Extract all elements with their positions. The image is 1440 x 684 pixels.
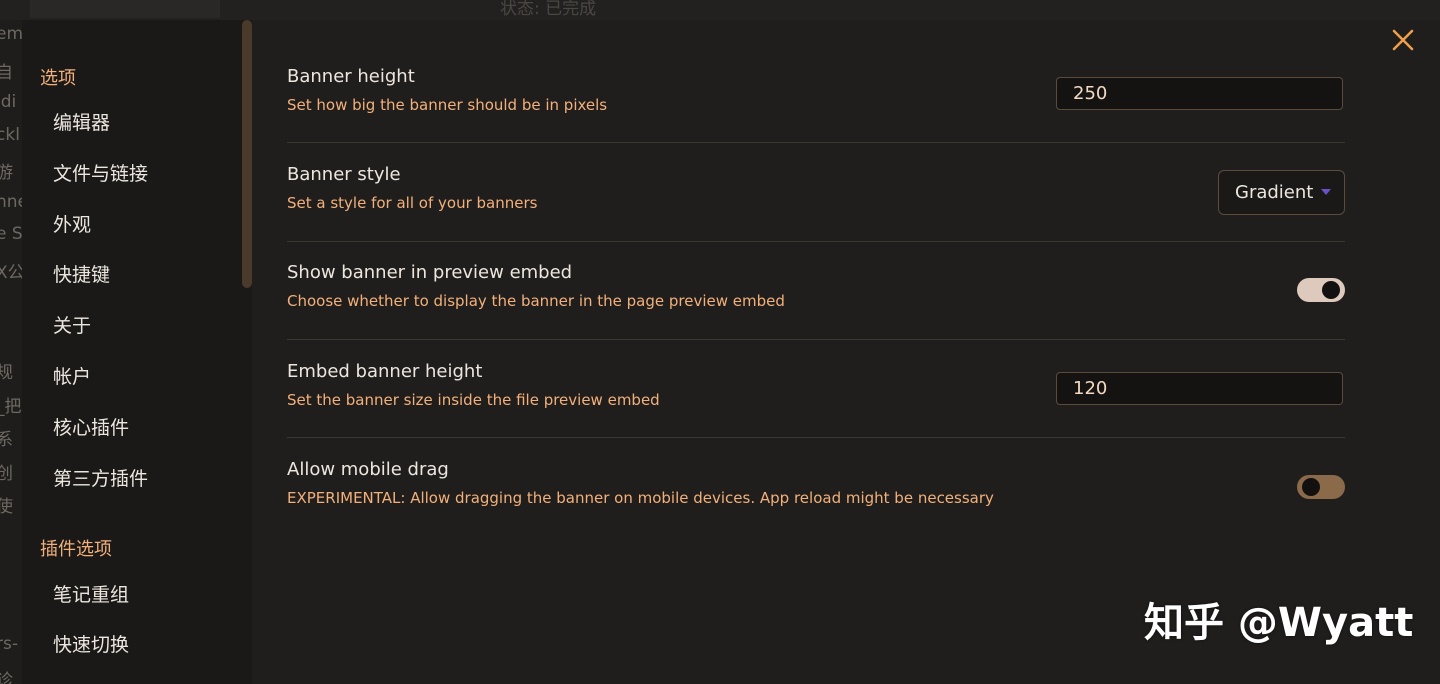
settings-sidebar: 选项 编辑器 文件与链接 外观 快捷键 关于 帐户 核心插件 第三方插件 插件选… bbox=[22, 20, 242, 684]
banner-height-input[interactable] bbox=[1056, 77, 1343, 110]
background-text: e Se bbox=[0, 224, 22, 244]
background-text: 创 bbox=[0, 464, 13, 484]
sidebar-item-quick-switcher[interactable]: 快速切换 bbox=[53, 630, 129, 657]
sidebar-item-files-links[interactable]: 文件与链接 bbox=[53, 159, 148, 186]
background-text: idi bbox=[0, 92, 17, 112]
divider bbox=[287, 339, 1345, 340]
setting-description: Choose whether to display the banner in … bbox=[287, 292, 785, 310]
background-toolbar bbox=[30, 0, 220, 18]
divider bbox=[287, 437, 1345, 438]
setting-description: Set a style for all of your banners bbox=[287, 194, 538, 212]
background-text: 规 bbox=[0, 363, 13, 383]
background-text: 系 bbox=[0, 430, 13, 450]
sidebar-heading-options: 选项 bbox=[40, 68, 76, 89]
sidebar-item-core-plugins[interactable]: 核心插件 bbox=[53, 413, 129, 440]
sidebar-item-about[interactable]: 关于 bbox=[53, 311, 91, 338]
setting-name: Banner height bbox=[287, 66, 415, 87]
allow-mobile-drag-toggle[interactable] bbox=[1297, 475, 1345, 499]
sidebar-item-appearance[interactable]: 外观 bbox=[53, 210, 91, 237]
embed-banner-height-input[interactable] bbox=[1056, 372, 1343, 405]
background-text: 使 bbox=[0, 497, 13, 517]
setting-name: Banner style bbox=[287, 164, 401, 185]
toggle-knob bbox=[1302, 478, 1320, 496]
dropdown-value: Gradient bbox=[1235, 182, 1314, 203]
background-text: 自 bbox=[0, 63, 13, 83]
sidebar-item-account[interactable]: 帐户 bbox=[53, 362, 91, 389]
setting-description: EXPERIMENTAL: Allow dragging the banner … bbox=[287, 489, 994, 507]
setting-description: Set how big the banner should be in pixe… bbox=[287, 96, 608, 114]
settings-modal: 选项 编辑器 文件与链接 外观 快捷键 关于 帐户 核心插件 第三方插件 插件选… bbox=[22, 20, 1440, 684]
toggle-knob bbox=[1322, 281, 1340, 299]
banner-style-dropdown[interactable]: Gradient bbox=[1218, 170, 1345, 215]
divider bbox=[287, 241, 1345, 242]
sidebar-item-hotkeys[interactable]: 快捷键 bbox=[53, 260, 110, 287]
background-text: nne bbox=[0, 192, 22, 212]
setting-name: Embed banner height bbox=[287, 361, 483, 382]
setting-name: Allow mobile drag bbox=[287, 459, 449, 480]
background-text: rs- bbox=[0, 634, 18, 654]
divider bbox=[287, 142, 1345, 143]
sidebar-item-editor[interactable]: 编辑器 bbox=[53, 108, 110, 135]
chevron-down-icon bbox=[1321, 189, 1331, 195]
background-text: em bbox=[0, 24, 22, 44]
background-text: ckl bbox=[0, 125, 20, 145]
background-status-text: 状态: 已完成 bbox=[500, 0, 597, 19]
background-text: 诊 bbox=[0, 671, 13, 684]
background-sidebar-sliver: em 自 idi ckl 游 nne e Se X公 规 _把 系 创 使 rs… bbox=[0, 20, 22, 684]
sidebar-item-note-refactor[interactable]: 笔记重组 bbox=[53, 580, 129, 607]
close-icon[interactable] bbox=[1391, 28, 1415, 52]
setting-description: Set the banner size inside the file prev… bbox=[287, 391, 660, 409]
setting-name: Show banner in preview embed bbox=[287, 262, 573, 283]
background-text: 游 bbox=[0, 163, 13, 183]
sidebar-heading-plugin-options: 插件选项 bbox=[40, 539, 112, 560]
background-text: X公 bbox=[0, 263, 22, 283]
settings-content bbox=[252, 20, 1440, 684]
sidebar-scrollbar-thumb[interactable] bbox=[242, 20, 252, 288]
sidebar-item-community-plugins[interactable]: 第三方插件 bbox=[53, 464, 148, 491]
watermark: 知乎 @Wyatt bbox=[1144, 600, 1414, 646]
background-text: _把 bbox=[0, 397, 22, 417]
show-banner-preview-toggle[interactable] bbox=[1297, 278, 1345, 302]
